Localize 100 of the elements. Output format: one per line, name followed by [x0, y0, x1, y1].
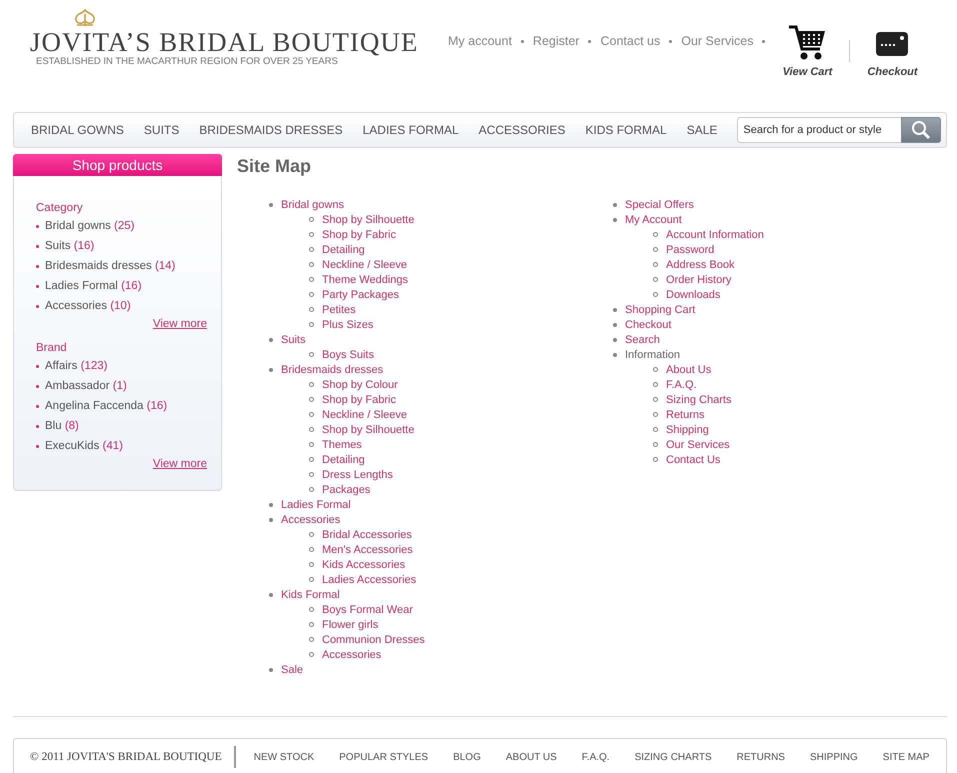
sitemap-link[interactable]: Bridal gowns: [281, 198, 344, 210]
footer-link[interactable]: BLOG: [453, 752, 481, 762]
nav-link[interactable]: BRIDESMAIDS DRESSES: [199, 123, 343, 137]
item-count: (16): [121, 280, 142, 292]
sitemap-link[interactable]: Suits: [281, 334, 306, 346]
sidebar-link[interactable]: Ladies Formal: [45, 280, 118, 292]
sitemap-link[interactable]: Detailing: [322, 454, 365, 466]
sitemap-link[interactable]: Password: [666, 244, 714, 256]
sitemap-link[interactable]: F.A.Q.: [666, 378, 697, 390]
nav-link[interactable]: KIDS FORMAL: [585, 123, 667, 137]
sitemap-link[interactable]: Communion Dresses: [322, 634, 425, 646]
sitemap-link[interactable]: Petites: [322, 304, 356, 316]
sidebar-link[interactable]: Angelina Faccenda: [45, 400, 144, 412]
sitemap-link[interactable]: Shop by Fabric: [322, 394, 396, 406]
item-count: (8): [64, 420, 79, 432]
sitemap-link[interactable]: Kids Formal: [281, 588, 340, 600]
item-count: (10): [110, 300, 131, 312]
sidebar-link[interactable]: Accessories: [45, 300, 107, 312]
item-count: (16): [146, 400, 168, 412]
sitemap-link[interactable]: About Us: [666, 364, 712, 376]
sitemap-link[interactable]: Returns: [666, 408, 705, 420]
logo-title: JOVITA’S BRIDAL BOUTIQUE: [30, 28, 418, 56]
sitemap-link[interactable]: Flower girls: [322, 618, 378, 630]
search-field[interactable]: Search for a product or style: [737, 117, 902, 143]
sidebar-link[interactable]: Ambassador: [45, 380, 110, 392]
nav-link[interactable]: SUITS: [144, 123, 180, 137]
nav-link[interactable]: SALE: [686, 123, 718, 137]
sitemap-link[interactable]: Accessories: [281, 514, 340, 526]
sidebar-title: Shop products: [13, 154, 222, 176]
sitemap-link[interactable]: Theme Weddings: [322, 274, 408, 286]
sitemap-link[interactable]: Packages: [322, 484, 370, 496]
sitemap-link[interactable]: Shipping: [666, 424, 709, 436]
sitemap-link[interactable]: My Account: [625, 214, 682, 226]
sidebar-link[interactable]: Suits: [45, 240, 71, 252]
nav-link[interactable]: ACCESSORIES: [478, 123, 566, 137]
item-count: (14): [154, 260, 176, 272]
sitemap-link[interactable]: Party Packages: [322, 288, 400, 300]
top-link[interactable]: Contact us: [600, 34, 660, 48]
page-title: Site Map: [237, 156, 312, 177]
nav-link[interactable]: LADIES FORMAL: [362, 123, 459, 137]
sidebar-link[interactable]: ExecuKids: [45, 440, 100, 452]
sitemap-link[interactable]: Account Information: [666, 228, 764, 240]
top-link[interactable]: My account: [448, 34, 512, 48]
sitemap-link[interactable]: Ladies Accessories: [322, 574, 416, 586]
sitemap-link[interactable]: Plus Sizes: [322, 318, 374, 330]
sitemap-link[interactable]: Detailing: [322, 244, 365, 256]
sitemap-link[interactable]: Ladies Formal: [281, 498, 351, 510]
sitemap-link[interactable]: Bridal Accessories: [322, 528, 412, 540]
sitemap-link[interactable]: Shop by Fabric: [322, 228, 396, 240]
sitemap-link[interactable]: Downloads: [666, 288, 720, 300]
sitemap-link[interactable]: Our Services: [666, 438, 730, 450]
sitemap-link[interactable]: Boys Formal Wear: [322, 604, 413, 616]
sitemap-link[interactable]: Shop by Silhouette: [322, 424, 414, 436]
footer-link[interactable]: ABOUT US: [506, 752, 557, 762]
sitemap-link[interactable]: Accessories: [322, 648, 382, 660]
sitemap-link[interactable]: Checkout: [625, 318, 672, 330]
footer-link[interactable]: SITE MAP: [882, 752, 930, 762]
sitemap-link[interactable]: Kids Accessories: [322, 558, 406, 570]
checkout-link[interactable]: Checkout: [864, 24, 920, 78]
sitemap-link[interactable]: Shopping Cart: [625, 304, 696, 316]
footer-link[interactable]: SIZING CHARTS: [634, 752, 712, 762]
section-heading: Brand: [36, 342, 68, 354]
sitemap-link[interactable]: Dress Lengths: [322, 468, 393, 480]
sitemap-link[interactable]: Themes: [322, 438, 362, 450]
sitemap-link[interactable]: Men's Accessories: [322, 544, 413, 556]
footer-link[interactable]: RETURNS: [736, 752, 785, 762]
sitemap-link[interactable]: Search: [625, 334, 660, 346]
sitemap-link[interactable]: Shop by Colour: [322, 378, 398, 390]
sidebar-link[interactable]: Bridal gowns: [45, 220, 111, 232]
item-count: (1): [112, 380, 127, 392]
logo-tagline: ESTABLISHED IN THE MACARTHUR REGION FOR OVER 25 YEARS: [36, 56, 338, 67]
sitemap-link[interactable]: Order History: [666, 274, 732, 286]
sidebar-link[interactable]: Affairs: [45, 360, 78, 372]
copyright-text: © 2011 JOVITA'S BRIDAL BOUTIQUE: [30, 746, 236, 768]
sidebar-link[interactable]: Bridesmaids dresses: [45, 260, 152, 272]
cart-link[interactable]: View Cart: [779, 24, 836, 78]
footer-link[interactable]: F.A.Q.: [582, 752, 610, 762]
view-more-link[interactable]: View more: [36, 318, 207, 330]
sitemap-link[interactable]: Boys Suits: [322, 348, 374, 360]
sitemap-link[interactable]: Sizing Charts: [666, 394, 732, 406]
nav-link[interactable]: BRIDAL GOWNS: [31, 123, 124, 137]
sitemap-link[interactable]: Sale: [281, 664, 304, 676]
top-link[interactable]: Our Services: [681, 34, 754, 48]
top-link[interactable]: Register: [532, 34, 580, 48]
sitemap-link[interactable]: Neckline / Sleeve: [322, 258, 407, 270]
sidebar-link[interactable]: Blu: [45, 420, 62, 432]
sitemap-link[interactable]: Bridesmaids dresses: [281, 364, 384, 376]
view-more-link[interactable]: View more: [36, 458, 207, 470]
sitemap-link[interactable]: Address Book: [666, 258, 734, 270]
sitemap-link[interactable]: Shop by Silhouette: [322, 214, 414, 226]
footer-link[interactable]: NEW STOCK: [254, 752, 314, 762]
sitemap-link[interactable]: Special Offers: [625, 198, 694, 210]
sitemap-link[interactable]: Contact Us: [666, 454, 720, 466]
sitemap-link[interactable]: Neckline / Sleeve: [322, 408, 407, 420]
footer-link[interactable]: POPULAR STYLES: [339, 752, 428, 762]
section-heading: Category: [36, 202, 84, 214]
item-count: (25): [114, 220, 134, 232]
item-count: (123): [80, 360, 108, 372]
footer-link[interactable]: SHIPPING: [810, 752, 858, 762]
sitemap-heading: Information: [625, 348, 680, 360]
